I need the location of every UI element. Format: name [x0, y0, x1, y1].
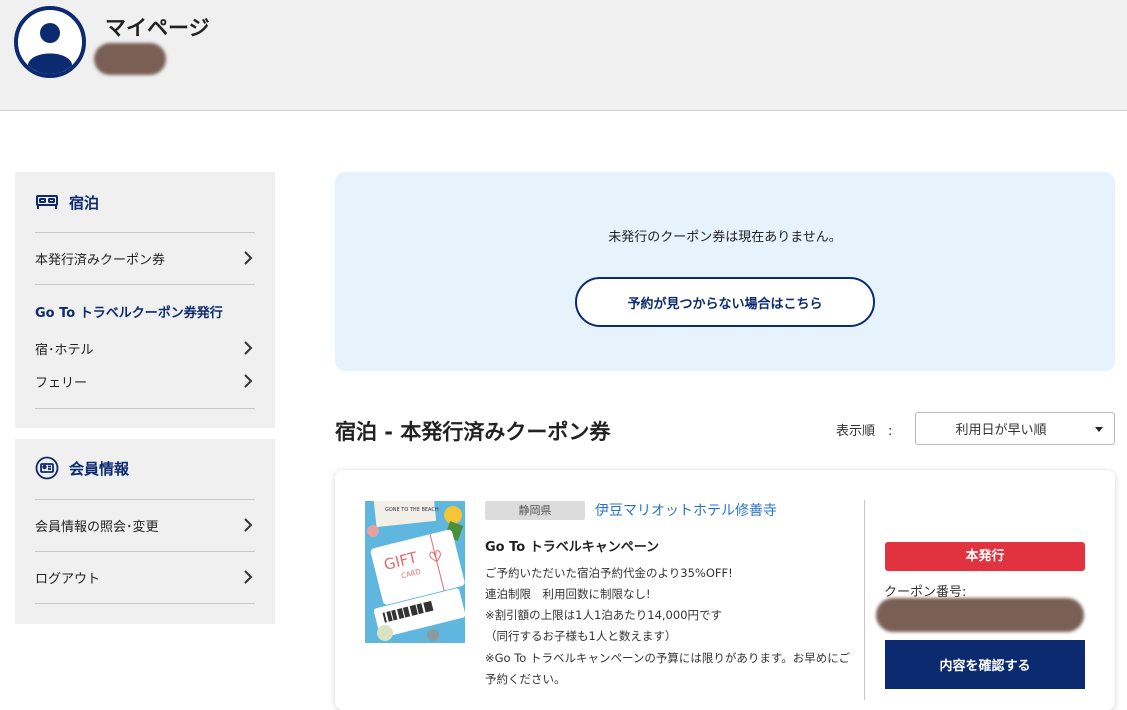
sidebar-stay-panel: 宿泊 本発行済みクーポン券 Go To トラベルクーポン券発行 宿･ホテル フェ… — [15, 172, 275, 428]
sort-order-select[interactable]: 利用日が早い順 — [915, 412, 1115, 445]
sidebar-item-ferry[interactable]: フェリー — [35, 368, 255, 394]
divider — [864, 500, 865, 700]
chevron-right-icon — [244, 374, 253, 388]
user-avatar-icon[interactable] — [14, 6, 86, 78]
confirm-details-button[interactable]: 内容を確認する — [885, 640, 1085, 689]
sidebar-item-label: 本発行済みクーポン券 — [35, 252, 166, 268]
divider — [35, 408, 255, 409]
id-card-icon — [35, 456, 59, 480]
sidebar-item-logout[interactable]: ログアウト — [35, 564, 255, 590]
chevron-right-icon — [244, 341, 253, 355]
sidebar-item-label: 会員情報の照会･変更 — [35, 519, 159, 535]
sidebar-item-label: フェリー — [35, 375, 88, 391]
description-line: 予約ください。 — [485, 672, 566, 686]
sort-label: 表示順 : — [836, 424, 893, 439]
coupon-card: GONE TO THE BEACH GIFT CARD 静岡県 伊豆マリオットホ… — [335, 470, 1115, 710]
sidebar-subheading-goto: Go To トラベルクーポン券発行 — [35, 306, 223, 321]
divider — [35, 232, 255, 233]
chevron-right-icon — [244, 570, 253, 584]
chevron-right-icon — [244, 518, 253, 532]
sidebar-item-hotel[interactable]: 宿･ホテル — [35, 335, 255, 361]
sidebar-member-panel: 会員情報 会員情報の照会･変更 ログアウト — [15, 439, 275, 624]
description-line: ※割引額の上限は1人1泊あたり14,000円です — [485, 608, 723, 622]
divider — [35, 284, 255, 285]
description-line: ※Go To トラベルキャンペーンの予算には限りがあります。お早めにご — [485, 651, 851, 665]
status-badge: 本発行 — [885, 542, 1085, 571]
section-title: 宿泊 - 本発行済みクーポン券 — [335, 420, 611, 444]
sidebar-item-member-info[interactable]: 会員情報の照会･変更 — [35, 512, 255, 538]
sidebar-member-heading-label: 会員情報 — [69, 459, 130, 478]
sidebar-item-label: ログアウト — [35, 571, 101, 587]
user-name-redacted — [94, 43, 166, 75]
sidebar-stay-heading: 宿泊 — [35, 189, 99, 215]
sidebar-item-label: 宿･ホテル — [35, 342, 94, 358]
description-line: ご予約いただいた宿泊予約代金のより35%OFF! — [485, 566, 733, 580]
coupon-number-redacted — [876, 598, 1084, 632]
description-line: （同行するお子様も1人と数えます） — [485, 629, 677, 643]
chevron-right-icon — [244, 251, 253, 265]
sidebar-member-heading: 会員情報 — [35, 455, 129, 481]
caret-down-icon — [1095, 427, 1103, 432]
divider — [35, 499, 255, 500]
description-line: 連泊制限 利用回数に制限なし! — [485, 587, 651, 601]
sidebar-item-issued-coupons[interactable]: 本発行済みクーポン券 — [35, 245, 255, 271]
page-title: マイページ — [105, 16, 210, 40]
gift-card-image: GONE TO THE BEACH GIFT CARD — [365, 501, 465, 643]
divider — [35, 551, 255, 552]
reservation-not-found-button[interactable]: 予約が見つからない場合はこちら — [575, 277, 875, 327]
no-unissued-coupon-notice: 未発行のクーポン券は現在ありません。 予約が見つからない場合はこちら — [335, 172, 1115, 371]
image-beach-text: GONE TO THE BEACH — [385, 507, 439, 513]
sort-selected-value: 利用日が早い順 — [955, 423, 1047, 438]
sidebar-stay-heading-label: 宿泊 — [69, 193, 100, 212]
notice-message: 未発行のクーポン券は現在ありません。 — [608, 230, 842, 245]
bed-icon — [35, 190, 59, 214]
hotel-name-link[interactable]: 伊豆マリオットホテル修善寺 — [595, 500, 777, 520]
page-header: マイページ — [0, 0, 1127, 111]
prefecture-badge: 静岡県 — [485, 501, 585, 520]
campaign-title: Go To トラベルキャンペーン — [485, 540, 660, 555]
divider — [35, 603, 255, 604]
